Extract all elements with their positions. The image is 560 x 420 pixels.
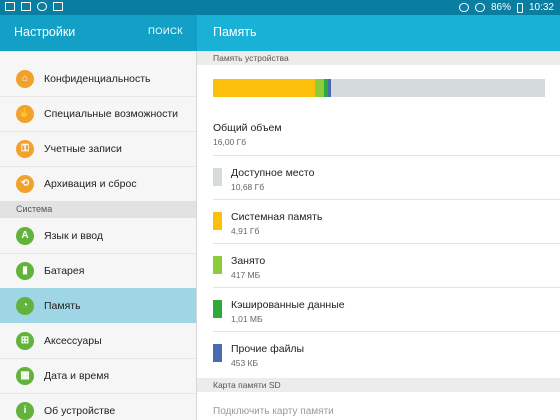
row-label: Системная память (231, 211, 323, 223)
sidebar-item-privacy[interactable]: ⌂ Конфиденциальность (0, 61, 196, 96)
search-button[interactable]: ПОИСК (148, 26, 183, 37)
backup-icon: ⟲ (16, 174, 34, 193)
storage-header: Память (197, 15, 560, 51)
sidebar-item-label: Память (44, 299, 81, 312)
sidebar-item-datetime[interactable]: ▦ Дата и время (0, 358, 196, 393)
sidebar-item-label: Учетные записи (44, 142, 122, 155)
sidebar-item-backup[interactable]: ⟲ Архивация и сброс (0, 166, 196, 201)
battery-icon: ▮ (16, 261, 34, 280)
sidebar-item-label: Архивация и сброс (44, 177, 137, 190)
section-header-device: Память устройства (197, 51, 560, 65)
section-header-sd: Карта памяти SD (197, 378, 560, 392)
storage-row-system[interactable]: Системная память 4,91 Гб (197, 199, 560, 243)
sidebar-item-accessibility[interactable]: ✋ Специальные возможности (0, 96, 196, 131)
storage-icon: ◔ (16, 296, 34, 315)
total-label: Общий объем (213, 122, 282, 134)
alarm-icon (458, 3, 469, 12)
calendar-icon: ▦ (16, 366, 34, 385)
usage-segment-system (213, 79, 315, 97)
row-label: Доступное место (231, 167, 315, 179)
connect-sd-card[interactable]: Подключить карту памяти (213, 406, 334, 417)
row-value: 10,68 Гб (231, 182, 265, 192)
sidebar-item-label: Дата и время (44, 369, 110, 382)
sidebar-item-label: Аксессуары (44, 334, 102, 347)
cloud-icon (37, 2, 47, 11)
row-value: 417 МБ (231, 270, 261, 280)
usage-segment-used (315, 79, 324, 97)
storage-row-available[interactable]: Доступное место 10,68 Гб (197, 155, 560, 199)
color-swatch (213, 212, 222, 230)
sidebar-item-language[interactable]: A Язык и ввод (0, 218, 196, 253)
key-icon: ⚿ (16, 139, 34, 158)
usage-segment-misc (328, 79, 331, 97)
row-label: Кэшированные данные (231, 299, 345, 311)
sidebar-item-label: Об устройстве (44, 404, 116, 417)
color-swatch (213, 300, 222, 318)
row-label: Прочие файлы (231, 343, 305, 355)
sidebar-item-label: Язык и ввод (44, 229, 104, 242)
settings-title: Настройки (14, 25, 76, 39)
section-header-system: Система (0, 201, 196, 218)
sidebar-item-label: Конфиденциальность (44, 72, 151, 85)
storage-panel: Память устройства Общий объем 16,00 Гб Д… (197, 51, 560, 420)
row-value: 1,01 МБ (231, 314, 263, 324)
total-storage: Общий объем 16,00 Гб (213, 122, 282, 147)
sidebar-item-label: Батарея (44, 264, 85, 277)
color-swatch (213, 256, 222, 274)
sidebar-item-battery[interactable]: ▮ Батарея (0, 253, 196, 288)
privacy-icon: ⌂ (16, 69, 34, 88)
settings-sidebar: ⌂ Конфиденциальность ✋ Специальные возмо… (0, 51, 196, 420)
no-disturb-icon (474, 3, 485, 12)
total-value: 16,00 Гб (213, 137, 247, 147)
battery-icon (516, 2, 523, 13)
status-bar: 86% 10:32 (0, 0, 560, 15)
sidebar-item-accounts[interactable]: ⚿ Учетные записи (0, 131, 196, 166)
image-icon (5, 2, 15, 11)
row-value: 4,91 Гб (231, 226, 260, 236)
sidebar-item-about[interactable]: i Об устройстве (0, 393, 196, 420)
color-swatch (213, 344, 222, 362)
color-swatch (213, 168, 222, 186)
row-value: 453 КБ (231, 358, 259, 368)
sidebar-item-storage[interactable]: ◔ Память (0, 288, 196, 323)
download-icon (21, 2, 31, 11)
sidebar-item-label: Специальные возможности (44, 107, 179, 120)
battery-percent: 86% (490, 2, 511, 13)
storage-row-cached[interactable]: Кэшированные данные 1,01 МБ (197, 287, 560, 331)
sidebar-item-cut (0, 51, 196, 61)
menu-icon (53, 2, 63, 11)
storage-usage-bar (213, 79, 545, 97)
row-label: Занято (231, 255, 266, 267)
sidebar-item-accessories[interactable]: ⊞ Аксессуары (0, 323, 196, 358)
accessibility-icon: ✋ (16, 104, 34, 123)
accessories-icon: ⊞ (16, 331, 34, 350)
settings-header: Настройки ПОИСК (0, 15, 197, 51)
info-icon: i (16, 401, 34, 420)
storage-row-used[interactable]: Занято 417 МБ (197, 243, 560, 287)
storage-row-misc[interactable]: Прочие файлы 453 КБ (197, 331, 560, 375)
clock: 10:32 (528, 2, 554, 13)
page-title: Память (213, 25, 257, 39)
language-icon: A (16, 226, 34, 245)
